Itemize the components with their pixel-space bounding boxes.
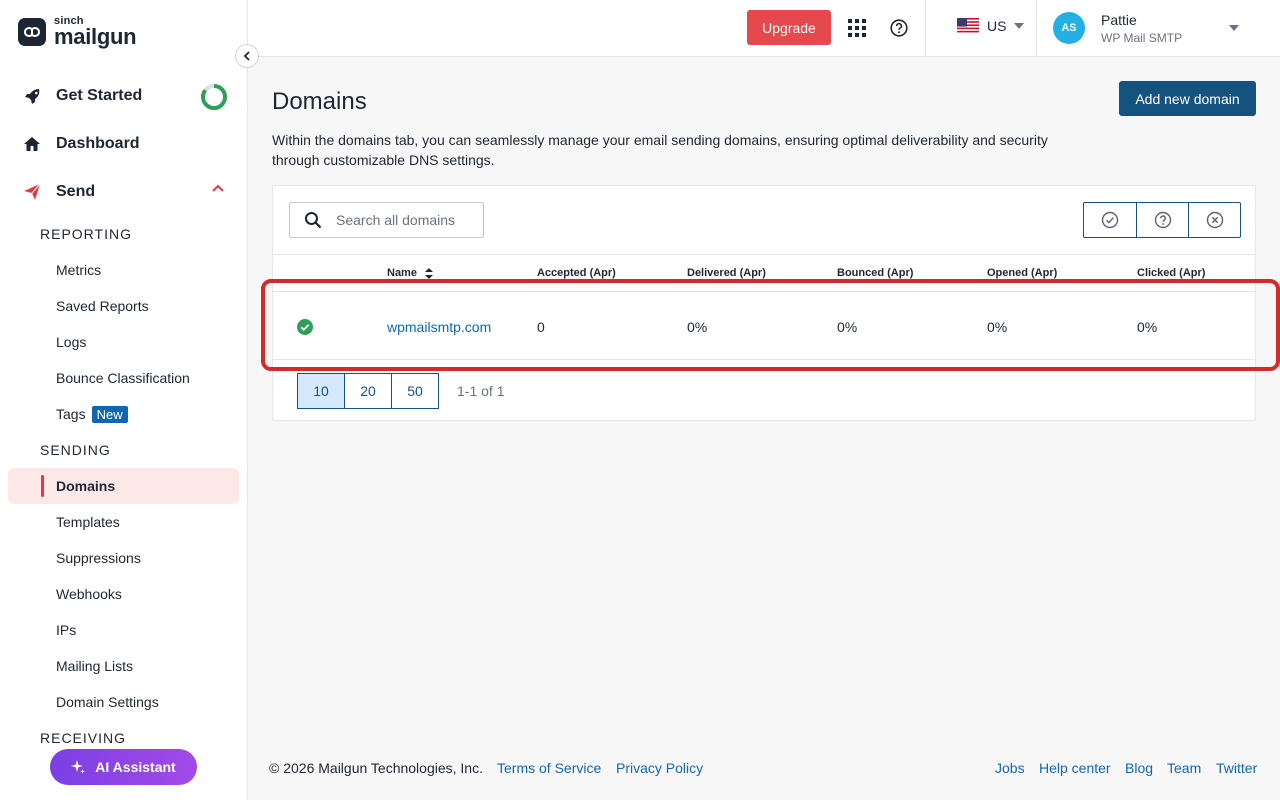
section-receiving: RECEIVING <box>40 730 127 746</box>
accepted-value: 0 <box>537 319 545 335</box>
sidebar-item-tags-label: Tags <box>56 406 86 422</box>
pagination-info: 1-1 of 1 <box>457 383 505 399</box>
page-size-selector: 10 20 50 <box>297 373 439 409</box>
user-org: WP Mail SMTP <box>1101 31 1183 45</box>
sidebar-item-bounce-classification[interactable]: Bounce Classification <box>8 360 239 396</box>
sparkle-icon <box>71 760 86 774</box>
topbar-divider <box>925 0 926 57</box>
nav-send[interactable]: Send <box>0 172 248 212</box>
filter-verified-button[interactable] <box>1084 203 1136 237</box>
nav-get-started[interactable]: Get Started <box>0 76 248 116</box>
sidebar-item-templates[interactable]: Templates <box>8 504 239 540</box>
region-selector[interactable]: US <box>957 18 1025 34</box>
verified-check-icon <box>297 319 313 335</box>
opened-value: 0% <box>987 319 1008 335</box>
collapse-sidebar-button[interactable] <box>235 44 259 68</box>
section-reporting: REPORTING <box>40 226 132 242</box>
page-size-50-button[interactable]: 50 <box>391 373 439 409</box>
page-description: Within the domains tab, you can seamless… <box>272 132 1048 168</box>
add-new-domain-button[interactable]: Add new domain <box>1119 81 1256 116</box>
home-icon <box>22 134 42 154</box>
help-icon[interactable] <box>890 19 908 37</box>
bounced-value: 0% <box>837 319 858 335</box>
sidebar-item-mailing-lists[interactable]: Mailing Lists <box>8 648 239 684</box>
nav-send-label: Send <box>56 183 96 200</box>
x-circle-icon <box>1206 211 1223 229</box>
upgrade-button[interactable]: Upgrade <box>747 10 831 45</box>
sidebar: sinch mailgun Get Started Dashboard Send… <box>0 0 248 800</box>
status-filter-group <box>1083 202 1241 238</box>
sidebar-item-metrics[interactable]: Metrics <box>8 252 239 288</box>
nav-get-started-label: Get Started <box>56 87 143 104</box>
chevron-up-icon[interactable] <box>212 184 224 192</box>
new-badge: New <box>91 405 128 423</box>
column-header-opened: Opened (Apr) <box>987 267 1058 279</box>
rocket-icon <box>22 86 42 106</box>
sidebar-item-domains[interactable]: Domains <box>8 468 239 504</box>
chevron-left-icon <box>243 51 250 61</box>
topbar: Upgrade US AS Pattie WP Mail SMTP <box>248 0 1280 57</box>
nav-dashboard-label: Dashboard <box>56 135 140 152</box>
us-flag-icon <box>957 18 979 34</box>
column-header-name-label: Name <box>387 267 417 279</box>
brand-big: mailgun <box>54 24 137 49</box>
footer-blog-link[interactable]: Blog <box>1125 760 1153 776</box>
ai-assistant-button[interactable]: AI Assistant <box>50 749 197 785</box>
clicked-value: 0% <box>1137 319 1158 335</box>
delivered-value: 0% <box>687 319 708 335</box>
sidebar-item-suppressions[interactable]: Suppressions <box>8 540 239 576</box>
sort-icon <box>424 267 433 279</box>
get-started-progress-ring <box>201 84 227 110</box>
footer-help-center-link[interactable]: Help center <box>1039 760 1111 776</box>
footer-twitter-link[interactable]: Twitter <box>1216 760 1257 776</box>
question-circle-icon <box>1154 211 1171 229</box>
footer-privacy-link[interactable]: Privacy Policy <box>616 760 703 776</box>
column-header-clicked: Clicked (Apr) <box>1137 267 1206 279</box>
footer-jobs-link[interactable]: Jobs <box>995 760 1025 776</box>
user-name[interactable]: Pattie <box>1101 12 1137 28</box>
footer-copyright: © 2026 Mailgun Technologies, Inc. <box>269 760 483 776</box>
table-row[interactable]: wpmailsmtp.com 0 0% 0% 0% 0% <box>273 291 1255 360</box>
filter-unverified-button[interactable] <box>1136 203 1188 237</box>
sidebar-item-domain-settings[interactable]: Domain Settings <box>8 684 239 720</box>
search-input[interactable]: Search all domains <box>289 202 484 238</box>
page-size-10-button[interactable]: 10 <box>297 373 345 409</box>
topbar-divider <box>1036 0 1037 57</box>
region-label: US <box>987 18 1007 34</box>
footer-terms-link[interactable]: Terms of Service <box>497 760 601 776</box>
search-icon <box>305 212 322 229</box>
apps-grid-icon[interactable] <box>848 19 866 37</box>
mailgun-logo[interactable]: sinch mailgun <box>18 16 137 49</box>
column-header-accepted: Accepted (Apr) <box>537 267 616 279</box>
sidebar-item-tags[interactable]: Tags New <box>8 396 239 432</box>
sidebar-item-ips[interactable]: IPs <box>8 612 239 648</box>
sidebar-item-webhooks[interactable]: Webhooks <box>8 576 239 612</box>
footer-team-link[interactable]: Team <box>1167 760 1201 776</box>
search-placeholder: Search all domains <box>336 212 456 228</box>
check-circle-icon <box>1101 211 1119 229</box>
nav-dashboard[interactable]: Dashboard <box>0 124 248 164</box>
page-title: Domains <box>272 88 367 115</box>
sidebar-item-saved-reports[interactable]: Saved Reports <box>8 288 239 324</box>
column-header-delivered: Delivered (Apr) <box>687 267 766 279</box>
caret-down-icon <box>1014 23 1025 29</box>
account-menu-caret-icon[interactable] <box>1229 25 1239 31</box>
domains-table-card: Search all domains Name Accepted (Apr) D… <box>272 185 1256 421</box>
section-sending: SENDING <box>40 442 111 458</box>
filter-disabled-button[interactable] <box>1188 203 1240 237</box>
column-header-name[interactable]: Name <box>387 267 433 279</box>
sidebar-item-logs[interactable]: Logs <box>8 324 239 360</box>
mailgun-logo-icon <box>18 18 46 46</box>
column-header-bounced: Bounced (Apr) <box>837 267 914 279</box>
table-divider <box>273 254 1255 255</box>
ai-assistant-label: AI Assistant <box>95 759 176 775</box>
send-icon <box>22 182 42 202</box>
avatar[interactable]: AS <box>1053 12 1085 44</box>
page-size-20-button[interactable]: 20 <box>344 373 392 409</box>
domain-link[interactable]: wpmailsmtp.com <box>387 319 491 335</box>
